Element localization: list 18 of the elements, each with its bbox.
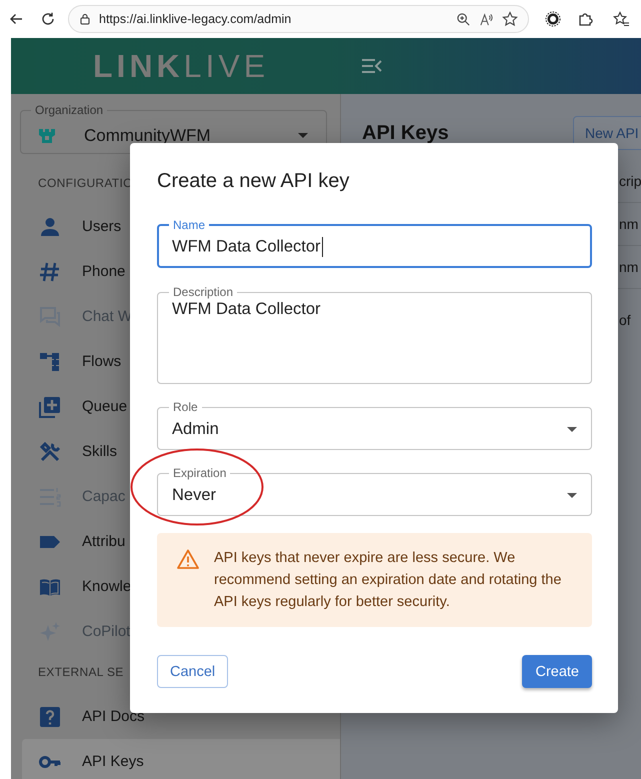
dialog-title: Create a new API key [157,169,350,193]
section-heading: EXTERNAL SE [38,664,124,681]
warning-text: API keys that never expire are less secure. We recommend setting an expiration date and rotating the API keys regularly for better security. [214,549,562,612]
field-value: WFM Data Collector [172,300,322,319]
field-value: Admin [172,420,220,438]
page-title: API Keys [362,122,450,144]
field-label: Expiration [172,465,228,481]
logo: LINKLIVE [93,48,270,84]
section-heading: CONFIGURATIO [38,175,133,192]
field-label: Description [172,284,234,300]
field-label: Organization [34,102,104,118]
field-label: Role [172,399,199,415]
field-label: Name [172,217,206,233]
field-value: CommunityWFM [84,126,212,146]
field-value: Never [172,486,218,504]
field-value: WFM Data Collector [172,236,324,256]
table-cell-text: of [618,311,632,330]
url-text: https://ai.linklive-legacy.com/admin [99,12,292,26]
